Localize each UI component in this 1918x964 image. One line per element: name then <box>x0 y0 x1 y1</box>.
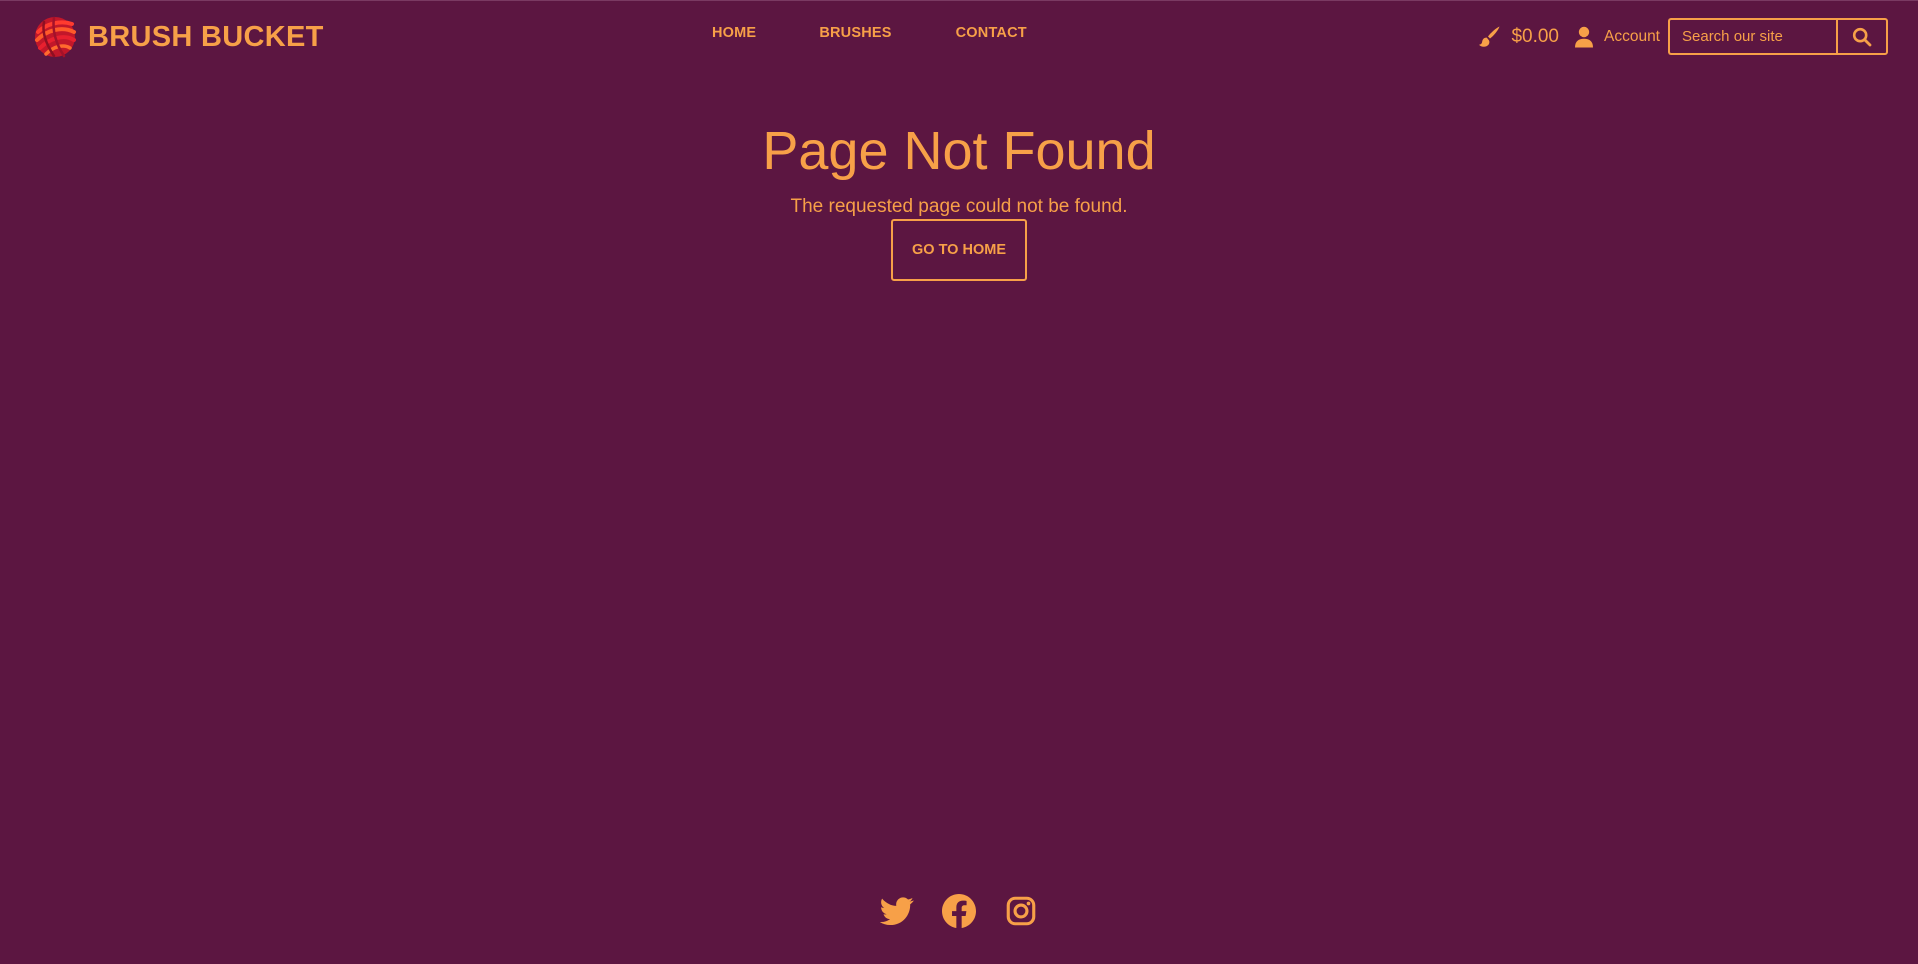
twitter-link[interactable] <box>880 894 914 928</box>
nav-item-brushes[interactable]: BRUSHES <box>819 25 891 41</box>
nav-item-contact[interactable]: CONTACT <box>956 25 1027 41</box>
twitter-icon <box>880 897 914 926</box>
search-button[interactable] <box>1836 18 1888 55</box>
header-actions: $0.00 Account <box>1477 18 1888 55</box>
search-icon <box>1852 27 1872 46</box>
page: BRUSH BUCKET HOME BRUSHES CONTACT $0.00 … <box>0 0 1918 964</box>
search-input[interactable] <box>1668 18 1836 55</box>
instagram-icon <box>1006 896 1036 926</box>
user-icon <box>1574 26 1593 47</box>
cart-link[interactable]: $0.00 <box>1477 25 1559 49</box>
error-message: The requested page could not be found. <box>790 196 1128 217</box>
social-links <box>0 894 1918 928</box>
facebook-link[interactable] <box>942 894 976 928</box>
brush-bucket-logo-icon <box>35 16 76 58</box>
page-title: Page Not Found <box>762 121 1156 181</box>
paintbrush-icon <box>1479 26 1500 47</box>
instagram-link[interactable] <box>1004 894 1038 928</box>
facebook-icon <box>942 894 976 928</box>
main-content: Page Not Found The requested page could … <box>0 117 1918 281</box>
account-link[interactable]: Account <box>1574 26 1660 48</box>
logo-text: BRUSH BUCKET <box>88 20 324 53</box>
nav-item-home[interactable]: HOME <box>712 25 756 41</box>
go-to-home-button[interactable]: GO TO HOME <box>891 219 1027 281</box>
cart-total: $0.00 <box>1511 25 1559 47</box>
account-label: Account <box>1603 27 1660 45</box>
logo-link[interactable]: BRUSH BUCKET <box>32 14 324 60</box>
main-nav: HOME BRUSHES CONTACT <box>712 25 1027 41</box>
site-header: BRUSH BUCKET HOME BRUSHES CONTACT $0.00 … <box>0 1 1918 71</box>
search-form <box>1668 18 1888 55</box>
